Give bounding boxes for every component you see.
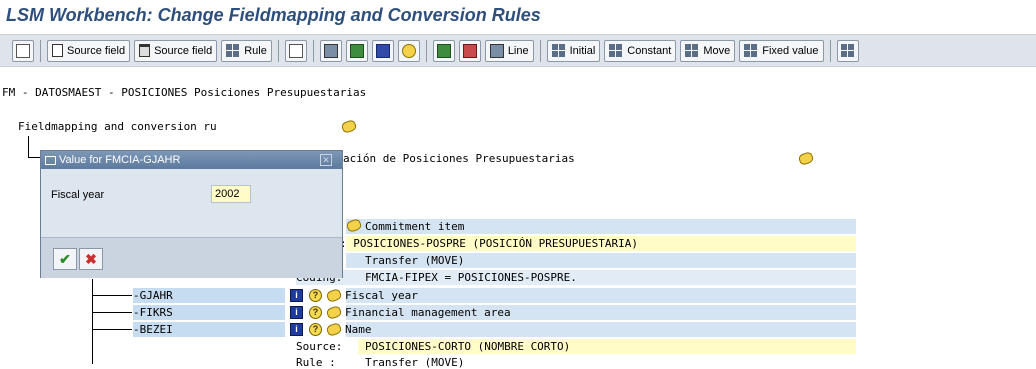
- bezei-description: Name: [345, 323, 372, 336]
- constant-button[interactable]: Constant: [604, 39, 677, 62]
- tree-icon: [323, 43, 338, 58]
- line-button[interactable]: Line: [484, 39, 534, 62]
- edit-rule-icon[interactable]: [340, 118, 358, 135]
- help-icon[interactable]: ?: [309, 289, 322, 302]
- layout2-button[interactable]: [458, 39, 481, 62]
- info-button[interactable]: [371, 39, 394, 62]
- field-bezei[interactable]: -BEZEI: [133, 323, 173, 336]
- button-label: Fixed value: [762, 44, 819, 57]
- cancel-button[interactable]: ✖: [79, 248, 103, 270]
- dialog-title: Value for FMCIA-GJAHR: [59, 154, 181, 166]
- structure-description: ación de Posiciones Presupuestarias: [343, 152, 575, 165]
- button-label: Rule: [244, 44, 267, 57]
- initial-button[interactable]: Initial: [546, 39, 601, 62]
- toolbar-separator: [312, 39, 314, 62]
- first-button[interactable]: [12, 39, 34, 62]
- rule-icon: [744, 43, 759, 58]
- rule-value: Transfer (MOVE): [365, 254, 465, 267]
- info-icon[interactable]: i: [290, 323, 303, 336]
- fiscal-year-label: Fiscal year: [51, 189, 105, 201]
- source-label: Source:: [296, 340, 343, 353]
- confirm-button[interactable]: ✔: [53, 248, 77, 270]
- button-label: Source field: [67, 44, 126, 57]
- rule-icon: [226, 43, 241, 58]
- trash-icon: [139, 44, 151, 57]
- info-icon[interactable]: i: [290, 289, 303, 302]
- value-dialog: Value for FMCIA-GJAHR ✕ Fiscal year 2002…: [40, 150, 343, 278]
- field-fikrs[interactable]: -FIKRS: [133, 306, 173, 319]
- layout-icon: [436, 43, 451, 58]
- rule-icon: [685, 43, 700, 58]
- tree-connector: [92, 312, 132, 313]
- edit-rule-icon[interactable]: [797, 150, 815, 167]
- tree-connector: [28, 136, 29, 158]
- edit-rule-icon[interactable]: [325, 321, 343, 338]
- tree-root-node[interactable]: Fieldmapping and conversion ru: [18, 120, 217, 133]
- rule-icon: [840, 43, 855, 58]
- toolbar-separator: [277, 39, 279, 62]
- toolbar-separator: [40, 39, 41, 62]
- rule-button[interactable]: Rule: [221, 39, 272, 62]
- toolbar-separator: [425, 39, 427, 62]
- line-icon: [489, 43, 504, 58]
- fikrs-description: Financial management area: [345, 306, 511, 319]
- copy-button[interactable]: [345, 39, 368, 62]
- button-label: Initial: [569, 44, 596, 57]
- window-icon: [45, 155, 56, 165]
- info-icon: [375, 43, 390, 58]
- row-highlight: [346, 322, 856, 337]
- toolbar-separator: [829, 39, 831, 62]
- dialog-footer: ✔ ✖: [41, 237, 342, 278]
- rule-label: Rule :: [296, 356, 336, 369]
- commitment-item-label: Commitment item: [365, 220, 465, 233]
- edit-rule-icon[interactable]: [325, 287, 343, 304]
- edit-rule-icon[interactable]: [325, 304, 343, 321]
- window-title: LSM Workbench: Change Fieldmapping and C…: [6, 5, 541, 25]
- dialog-titlebar: Value for FMCIA-GJAHR ✕: [41, 151, 342, 169]
- row-highlight: [346, 288, 856, 303]
- fiscal-year-field[interactable]: 2002: [211, 185, 251, 203]
- coding-value: FMCIA-FIPEX = POSICIONES-POSPRE.: [365, 271, 577, 284]
- gjahr-description: Fiscal year: [345, 289, 418, 302]
- button-label: Move: [703, 44, 731, 57]
- button-label: Constant: [627, 44, 672, 57]
- move-button[interactable]: Move: [680, 39, 736, 62]
- field-gjahr[interactable]: -GJAHR: [133, 289, 173, 302]
- help-button[interactable]: [397, 39, 420, 62]
- help-icon: [401, 43, 416, 58]
- pencil-icon: [288, 43, 303, 58]
- layout-button[interactable]: [432, 39, 455, 62]
- tree-connector: [92, 295, 132, 296]
- toolbar-separator: [539, 39, 541, 62]
- delete-source-field-button[interactable]: Source field: [134, 39, 218, 62]
- application-toolbar: Source field Source field Rule Line Init…: [0, 34, 1036, 67]
- first-icon: [16, 43, 30, 58]
- source-value: : POSICIONES-POSPRE (POSICIÓN PRESUPUEST…: [340, 237, 639, 250]
- tree-button[interactable]: [319, 39, 342, 62]
- source-value: POSICIONES-CORTO (NOMBRE CORTO): [365, 340, 571, 353]
- more-button[interactable]: [836, 39, 859, 62]
- tree-connector: [92, 279, 93, 364]
- page-icon: [52, 44, 63, 57]
- button-label: Source field: [154, 44, 213, 57]
- dialog-body: Fiscal year 2002: [41, 169, 342, 237]
- button-label: Line: [507, 44, 529, 57]
- tree-connector: [92, 329, 132, 330]
- help-icon[interactable]: ?: [309, 306, 322, 319]
- edit-button[interactable]: [284, 39, 307, 62]
- create-source-field-button[interactable]: Source field: [47, 39, 131, 62]
- info-icon[interactable]: i: [290, 306, 303, 319]
- tree-header: FM - DATOSMAEST - POSICIONES Posiciones …: [2, 86, 367, 99]
- rule-value: Transfer (MOVE): [365, 356, 465, 369]
- close-icon[interactable]: ✕: [320, 154, 332, 166]
- fixed-value-button[interactable]: Fixed value: [739, 39, 824, 62]
- copy-icon: [349, 43, 364, 58]
- rule-icon: [551, 43, 566, 58]
- help-icon[interactable]: ?: [309, 323, 322, 336]
- rule-icon: [609, 43, 624, 58]
- layout2-icon: [462, 43, 477, 58]
